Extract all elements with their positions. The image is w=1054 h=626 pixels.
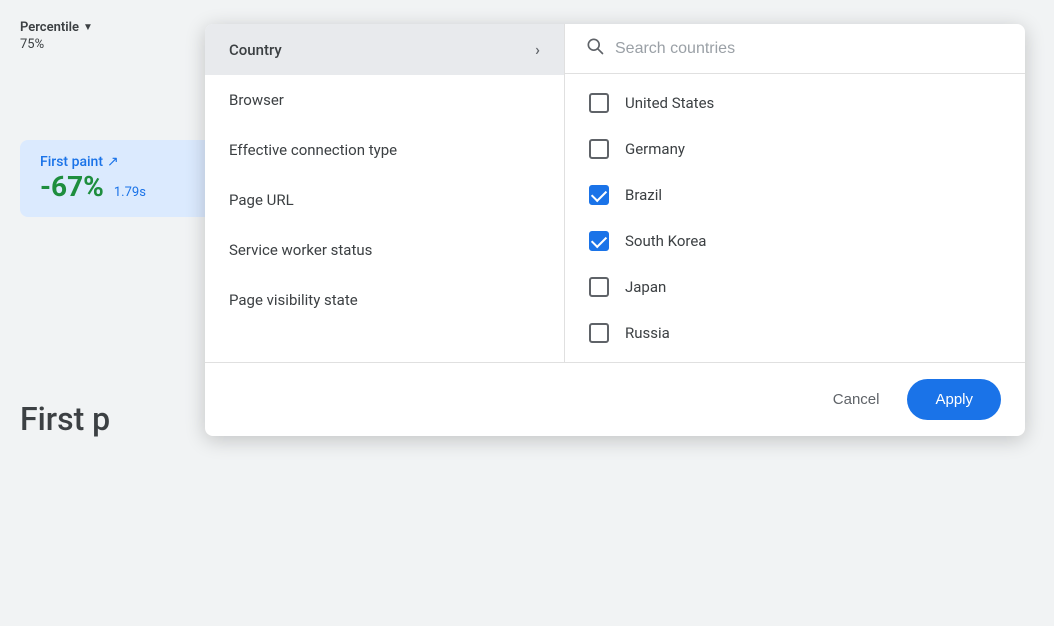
first-paint-stat: -67% 1.79s bbox=[40, 170, 220, 203]
checkbox-jp[interactable] bbox=[589, 277, 609, 297]
country-search-bar bbox=[565, 24, 1025, 74]
search-icon bbox=[585, 36, 605, 61]
filter-category-list: Country › Browser Effective connection t… bbox=[205, 24, 565, 362]
cancel-button[interactable]: Cancel bbox=[817, 381, 896, 418]
dropdown-body: Country › Browser Effective connection t… bbox=[205, 24, 1025, 362]
checkbox-ru[interactable] bbox=[589, 323, 609, 343]
menu-item-connection-type[interactable]: Effective connection type bbox=[205, 125, 564, 175]
filter-dropdown: Country › Browser Effective connection t… bbox=[205, 24, 1025, 436]
checkbox-kr[interactable] bbox=[589, 231, 609, 251]
first-paint-label: First paint ↗ bbox=[40, 154, 220, 170]
country-item-ru[interactable]: Russia bbox=[565, 310, 1025, 356]
dropdown-footer: Cancel Apply bbox=[205, 362, 1025, 436]
search-input[interactable] bbox=[615, 40, 1005, 58]
chevron-down-icon: ▼ bbox=[83, 22, 93, 33]
menu-item-country[interactable]: Country › bbox=[205, 24, 564, 75]
country-item-br[interactable]: Brazil bbox=[565, 172, 1025, 218]
country-item-jp[interactable]: Japan bbox=[565, 264, 1025, 310]
checkbox-de[interactable] bbox=[589, 139, 609, 159]
country-item-de[interactable]: Germany bbox=[565, 126, 1025, 172]
country-selection-panel: United States Germany Brazil South Korea bbox=[565, 24, 1025, 362]
checkbox-br[interactable] bbox=[589, 185, 609, 205]
countries-list: United States Germany Brazil South Korea bbox=[565, 74, 1025, 362]
menu-item-page-visibility[interactable]: Page visibility state bbox=[205, 275, 564, 325]
first-paint-big-text: First p bbox=[20, 400, 110, 438]
country-item-us[interactable]: United States bbox=[565, 80, 1025, 126]
menu-item-service-worker[interactable]: Service worker status bbox=[205, 225, 564, 275]
checkbox-us[interactable] bbox=[589, 93, 609, 113]
arrow-icon: ↗ bbox=[107, 154, 119, 170]
menu-item-page-url[interactable]: Page URL bbox=[205, 175, 564, 225]
apply-button[interactable]: Apply bbox=[907, 379, 1001, 420]
country-item-kr[interactable]: South Korea bbox=[565, 218, 1025, 264]
menu-item-browser[interactable]: Browser bbox=[205, 75, 564, 125]
chevron-right-icon: › bbox=[535, 40, 540, 59]
